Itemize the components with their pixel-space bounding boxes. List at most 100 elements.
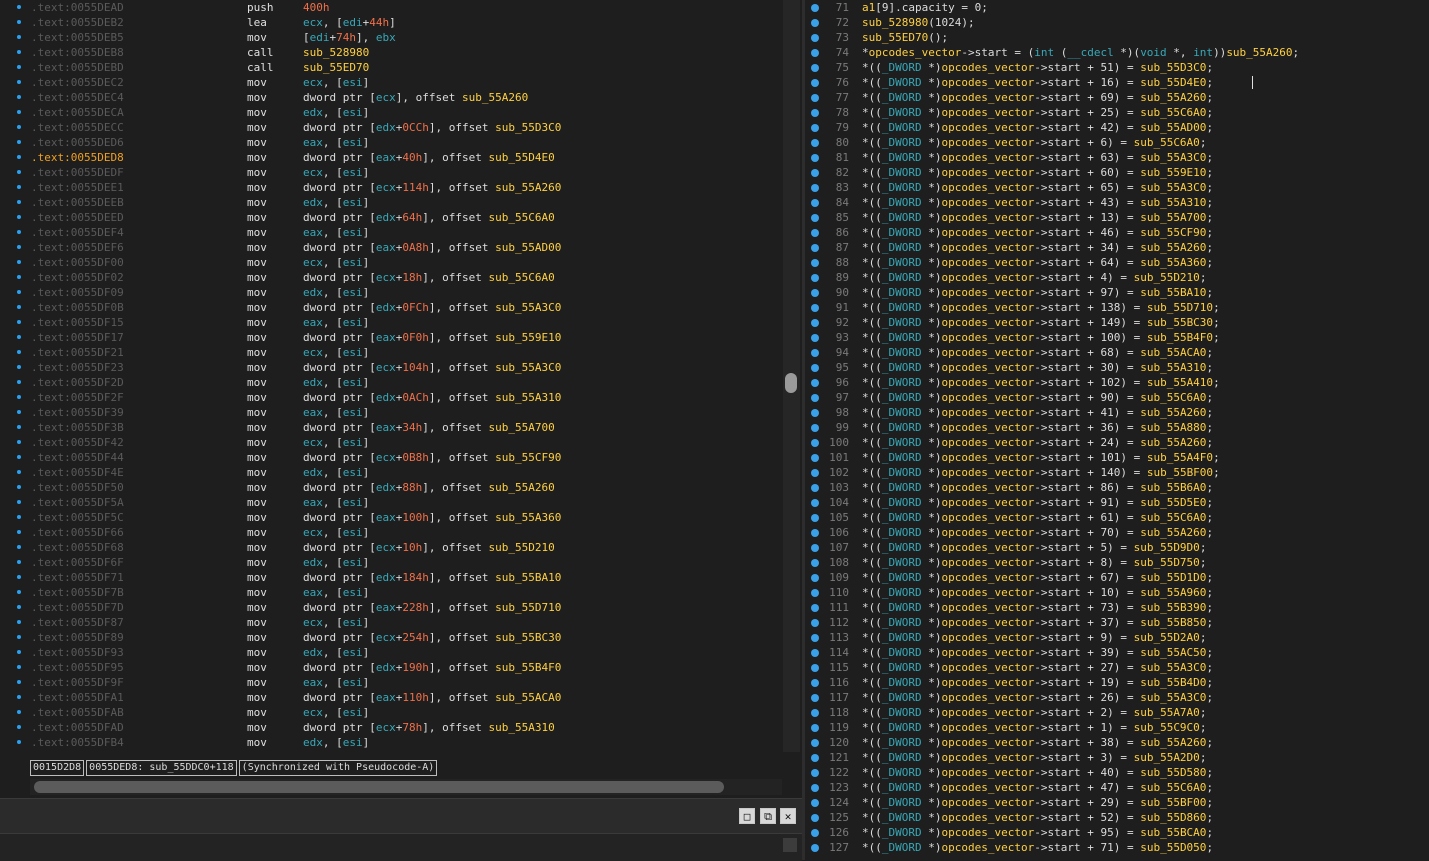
pseudocode-line[interactable]: 79 *((_DWORD *)opcodes_vector->start + 42… xyxy=(805,120,1429,135)
disassembly-line[interactable]: .text:0055DF0B mov dword ptr [edx+0FCh], o… xyxy=(31,300,783,315)
disassembly-line[interactable]: .text:0055DF71 mov dword ptr [edx+184h], o… xyxy=(31,570,783,585)
pseudocode-line[interactable]: 73 sub_55ED70(); xyxy=(805,30,1429,45)
pseudocode-line[interactable]: 92 *((_DWORD *)opcodes_vector->start + 14… xyxy=(805,315,1429,330)
pseudocode-line[interactable]: 71 a1[9].capacity = 0; xyxy=(805,0,1429,15)
pseudocode-line[interactable]: 76 *((_DWORD *)opcodes_vector->start + 16… xyxy=(805,75,1429,90)
pseudocode-line[interactable]: 84 *((_DWORD *)opcodes_vector->start + 43… xyxy=(805,195,1429,210)
pseudocode-line[interactable]: 77 *((_DWORD *)opcodes_vector->start + 69… xyxy=(805,90,1429,105)
horizontal-scroll-thumb[interactable] xyxy=(34,781,724,793)
breakpoint-dot-icon[interactable] xyxy=(811,814,819,822)
breakpoint-dot-icon[interactable] xyxy=(811,739,819,747)
breakpoint-dot-icon[interactable] xyxy=(811,799,819,807)
breakpoint-dot-icon[interactable] xyxy=(811,319,819,327)
breakpoint-dot-icon[interactable] xyxy=(811,559,819,567)
disassembly-line[interactable]: .text:0055DF89 mov dword ptr [ecx+254h], o… xyxy=(31,630,783,645)
pseudocode-line[interactable]: 81 *((_DWORD *)opcodes_vector->start + 63… xyxy=(805,150,1429,165)
pseudocode-line[interactable]: 105 *((_DWORD *)opcodes_vector->start + 6… xyxy=(805,510,1429,525)
disassembly-line[interactable]: .text:0055DF02 mov dword ptr [ecx+18h], of… xyxy=(31,270,783,285)
disassembly-line[interactable]: .text:0055DEAD push 400h xyxy=(31,0,783,15)
restore-icon[interactable]: □ xyxy=(739,808,755,824)
pseudocode-line[interactable]: 82 *((_DWORD *)opcodes_vector->start + 60… xyxy=(805,165,1429,180)
close-icon[interactable]: ✕ xyxy=(780,808,796,824)
breakpoint-dot-icon[interactable] xyxy=(811,169,819,177)
breakpoint-dot-icon[interactable] xyxy=(811,829,819,837)
disassembly-line[interactable]: .text:0055DFB4 mov edx, [esi] xyxy=(31,735,783,750)
breakpoint-dot-icon[interactable] xyxy=(811,364,819,372)
breakpoint-dot-icon[interactable] xyxy=(811,109,819,117)
breakpoint-dot-icon[interactable] xyxy=(811,634,819,642)
breakpoint-dot-icon[interactable] xyxy=(811,649,819,657)
breakpoint-dot-icon[interactable] xyxy=(811,199,819,207)
breakpoint-dot-icon[interactable] xyxy=(811,679,819,687)
pseudocode-line[interactable]: 101 *((_DWORD *)opcodes_vector->start + 1… xyxy=(805,450,1429,465)
pseudocode-line[interactable]: 74 *opcodes_vector->start = (int (__cdecl… xyxy=(805,45,1429,60)
breakpoint-dot-icon[interactable] xyxy=(811,79,819,87)
disassembly-line[interactable]: .text:0055DEEB mov edx, [esi] xyxy=(31,195,783,210)
pseudocode-line[interactable]: 118 *((_DWORD *)opcodes_vector->start + 2… xyxy=(805,705,1429,720)
breakpoint-dot-icon[interactable] xyxy=(811,19,819,27)
pseudocode-line[interactable]: 120 *((_DWORD *)opcodes_vector->start + 3… xyxy=(805,735,1429,750)
disassembly-line[interactable]: .text:0055DEF4 mov eax, [esi] xyxy=(31,225,783,240)
breakpoint-dot-icon[interactable] xyxy=(811,394,819,402)
breakpoint-dot-icon[interactable] xyxy=(811,574,819,582)
disassembly-line[interactable]: .text:0055DEE1 mov dword ptr [ecx+114h], o… xyxy=(31,180,783,195)
disassembly-line[interactable]: .text:0055DF2F mov dword ptr [edx+0ACh], o… xyxy=(31,390,783,405)
breakpoint-dot-icon[interactable] xyxy=(811,499,819,507)
pseudocode-line[interactable]: 121 *((_DWORD *)opcodes_vector->start + 3… xyxy=(805,750,1429,765)
pseudocode-line[interactable]: 109 *((_DWORD *)opcodes_vector->start + 6… xyxy=(805,570,1429,585)
disassembly-line[interactable]: .text:0055DF66 mov ecx, [esi] xyxy=(31,525,783,540)
breakpoint-dot-icon[interactable] xyxy=(811,769,819,777)
breakpoint-dot-icon[interactable] xyxy=(811,439,819,447)
pseudocode-line[interactable]: 90 *((_DWORD *)opcodes_vector->start + 97… xyxy=(805,285,1429,300)
pseudocode-line[interactable]: 98 *((_DWORD *)opcodes_vector->start + 41… xyxy=(805,405,1429,420)
pseudocode-line[interactable]: 93 *((_DWORD *)opcodes_vector->start + 10… xyxy=(805,330,1429,345)
pseudocode-line[interactable]: 72 sub_528980(1024); xyxy=(805,15,1429,30)
disassembly-line[interactable]: .text:0055DF9F mov eax, [esi] xyxy=(31,675,783,690)
breakpoint-dot-icon[interactable] xyxy=(811,229,819,237)
disassembly-line[interactable]: .text:0055DECC mov dword ptr [edx+0CCh], o… xyxy=(31,120,783,135)
pseudocode-line[interactable]: 94 *((_DWORD *)opcodes_vector->start + 68… xyxy=(805,345,1429,360)
disassembly-line[interactable]: .text:0055DEB8 call sub_528980 xyxy=(31,45,783,60)
breakpoint-dot-icon[interactable] xyxy=(811,289,819,297)
disassembly-line[interactable]: .text:0055DF93 mov edx, [esi] xyxy=(31,645,783,660)
breakpoint-dot-icon[interactable] xyxy=(811,754,819,762)
breakpoint-dot-icon[interactable] xyxy=(811,349,819,357)
disassembly-line[interactable]: .text:0055DEED mov dword ptr [edx+64h], of… xyxy=(31,210,783,225)
breakpoint-dot-icon[interactable] xyxy=(811,334,819,342)
pseudocode-line[interactable]: 110 *((_DWORD *)opcodes_vector->start + 1… xyxy=(805,585,1429,600)
disassembly-line[interactable]: .text:0055DF5A mov eax, [esi] xyxy=(31,495,783,510)
pseudocode-line[interactable]: 114 *((_DWORD *)opcodes_vector->start + 3… xyxy=(805,645,1429,660)
disassembly-listing[interactable]: .text:0055DEAD push 400h .text:0055DEB2 lea e… xyxy=(31,0,783,752)
disassembly-line[interactable]: .text:0055DF17 mov dword ptr [eax+0F0h], o… xyxy=(31,330,783,345)
disassembly-line[interactable]: .text:0055DF68 mov dword ptr [ecx+10h], of… xyxy=(31,540,783,555)
breakpoint-dot-icon[interactable] xyxy=(811,244,819,252)
pseudocode-line[interactable]: 126 *((_DWORD *)opcodes_vector->start + 9… xyxy=(805,825,1429,840)
breakpoint-dot-icon[interactable] xyxy=(811,694,819,702)
breakpoint-dot-icon[interactable] xyxy=(811,4,819,12)
pseudocode-line[interactable]: 100 *((_DWORD *)opcodes_vector->start + 2… xyxy=(805,435,1429,450)
disassembly-line[interactable]: .text:0055DF00 mov ecx, [esi] xyxy=(31,255,783,270)
pseudocode-line[interactable]: 115 *((_DWORD *)opcodes_vector->start + 2… xyxy=(805,660,1429,675)
breakpoint-dot-icon[interactable] xyxy=(811,184,819,192)
disassembly-line[interactable]: .text:0055DF2D mov edx, [esi] xyxy=(31,375,783,390)
pseudocode-line[interactable]: 102 *((_DWORD *)opcodes_vector->start + 1… xyxy=(805,465,1429,480)
pseudocode-line[interactable]: 78 *((_DWORD *)opcodes_vector->start + 25… xyxy=(805,105,1429,120)
output-panel[interactable] xyxy=(0,833,802,861)
pseudocode-line[interactable]: 104 *((_DWORD *)opcodes_vector->start + 9… xyxy=(805,495,1429,510)
disassembly-line[interactable]: .text:0055DEC4 mov dword ptr [ecx], offset… xyxy=(31,90,783,105)
pseudocode-line[interactable]: 127 *((_DWORD *)opcodes_vector->start + 7… xyxy=(805,840,1429,855)
disassembly-line[interactable]: .text:0055DF7D mov dword ptr [eax+228h], o… xyxy=(31,600,783,615)
pseudocode-line[interactable]: 80 *((_DWORD *)opcodes_vector->start + 6)… xyxy=(805,135,1429,150)
disassembly-line[interactable]: .text:0055DECA mov edx, [esi] xyxy=(31,105,783,120)
pseudocode-line[interactable]: 112 *((_DWORD *)opcodes_vector->start + 3… xyxy=(805,615,1429,630)
disassembly-line[interactable]: .text:0055DF6F mov edx, [esi] xyxy=(31,555,783,570)
disassembly-line[interactable]: .text:0055DF21 mov ecx, [esi] xyxy=(31,345,783,360)
disassembly-line[interactable]: .text:0055DEB2 lea ecx, [edi+44h] xyxy=(31,15,783,30)
breakpoint-dot-icon[interactable] xyxy=(811,409,819,417)
breakpoint-dot-icon[interactable] xyxy=(811,214,819,222)
breakpoint-dot-icon[interactable] xyxy=(811,34,819,42)
disassembly-scroll-thumb[interactable] xyxy=(785,373,797,393)
disassembly-line[interactable]: .text:0055DF5C mov dword ptr [eax+100h], o… xyxy=(31,510,783,525)
disassembly-line[interactable]: .text:0055DEDF mov ecx, [esi] xyxy=(31,165,783,180)
pseudocode-line[interactable]: 89 *((_DWORD *)opcodes_vector->start + 4)… xyxy=(805,270,1429,285)
